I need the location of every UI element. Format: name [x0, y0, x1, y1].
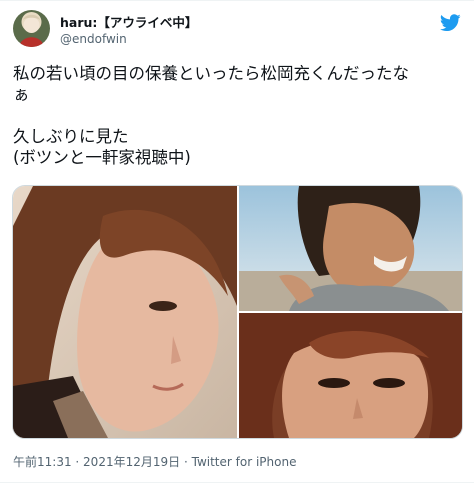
tweet-meta: 午前11:31 · 2021年12月19日 · Twitter for iPho…: [13, 454, 296, 470]
meta-separator: ·: [71, 455, 84, 469]
divider: [0, 482, 474, 483]
tweet-card: haru:【アウライベ中】 @endofwin 私の若い頃の目の保養といったら松…: [0, 0, 474, 484]
photo-2[interactable]: [239, 186, 462, 311]
avatar[interactable]: [13, 10, 50, 47]
tweet-time: 午前11:31: [13, 455, 72, 469]
photo-3[interactable]: [239, 313, 462, 438]
tweet-paragraph-1: 私の若い頃の目の保養といったら松岡充くんだったな ぁ: [13, 64, 409, 104]
user-handle[interactable]: @endofwin: [60, 32, 127, 47]
tweet-paragraph-2: 久しぶりに見た (ボツンと一軒家視聴中): [13, 127, 191, 167]
display-name[interactable]: haru:【アウライベ中】: [60, 15, 197, 30]
media-grid: [12, 185, 463, 439]
twitter-logo-icon[interactable]: [440, 14, 461, 32]
tweet-text: 私の若い頃の目の保養といったら松岡充くんだったな ぁ 久しぶりに見た (ボツンと…: [13, 63, 461, 168]
photo-1[interactable]: [13, 186, 237, 438]
timestamp-link[interactable]: 午前11:31 · 2021年12月19日: [13, 455, 180, 469]
source-link[interactable]: Twitter for iPhone: [192, 455, 297, 469]
meta-separator: ·: [180, 455, 192, 469]
tweet-date: 2021年12月19日: [83, 455, 181, 469]
